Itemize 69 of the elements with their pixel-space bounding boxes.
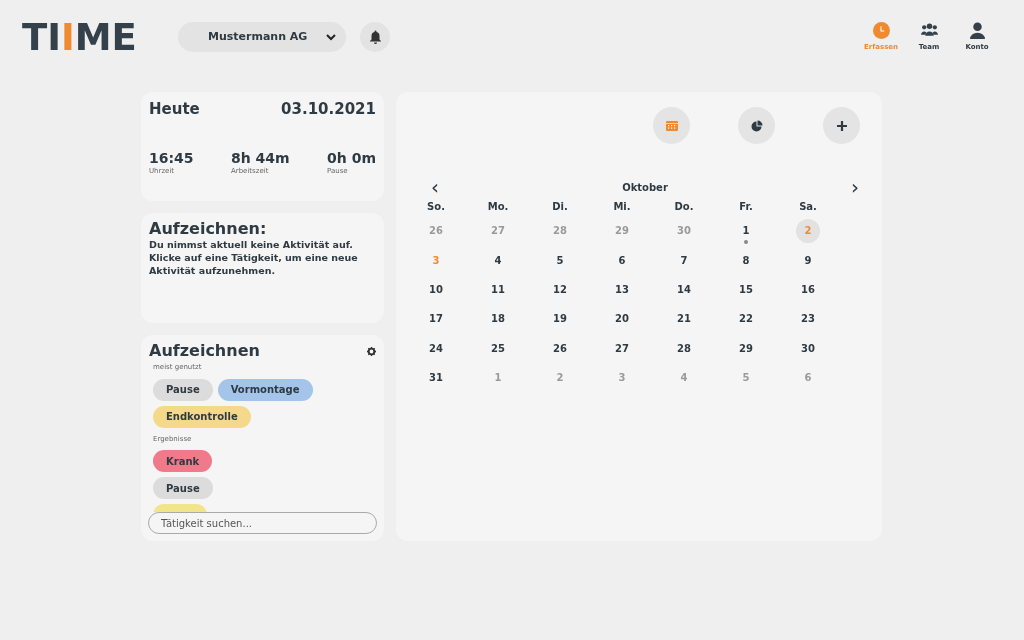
company-select[interactable]: Mustermann AG <box>178 22 346 52</box>
calendar-day[interactable]: 24 <box>424 336 448 361</box>
calendar-day[interactable]: 29 <box>734 336 758 361</box>
calendar-day[interactable]: 17 <box>424 306 448 331</box>
calendar-day[interactable]: 15 <box>734 277 758 302</box>
calendar-day[interactable]: 27 <box>610 336 634 361</box>
logo-text: TI <box>22 15 61 59</box>
calendar-day[interactable]: 5 <box>548 248 572 273</box>
calendar-day[interactable]: 4 <box>486 248 510 273</box>
calendar-day[interactable]: 30 <box>796 336 820 361</box>
calendar-day[interactable]: 9 <box>796 248 820 273</box>
stat-value: 0h 0m <box>327 149 376 166</box>
calendar-day[interactable]: 21 <box>672 306 696 331</box>
calendar-day[interactable]: 16 <box>796 277 820 302</box>
people-icon <box>920 21 938 39</box>
previous-month-button[interactable]: ‹ <box>428 177 442 197</box>
weekday-label: So. <box>427 199 445 214</box>
bell-icon <box>368 30 382 44</box>
card-title: Heute <box>149 99 200 120</box>
calendar-day[interactable]: 26 <box>548 336 572 361</box>
calendar-day[interactable]: 23 <box>796 306 820 331</box>
calendar-day[interactable]: 1 <box>734 218 758 243</box>
calendar-day[interactable]: 14 <box>672 277 696 302</box>
status-message: Du nimmst aktuell keine Aktivität auf. Klicke auf eine Tätigkeit, um eine neue Aktivität aufzunehmen. <box>149 238 359 277</box>
calendar-day[interactable]: 28 <box>672 336 696 361</box>
view-button[interactable] <box>738 107 775 144</box>
activity-chip[interactable]: Endkontrolle <box>153 405 251 428</box>
logo-accent-letter: I <box>61 15 75 59</box>
month-title: Oktober <box>621 180 669 195</box>
weekday-label: Di. <box>552 199 568 214</box>
plus-icon <box>834 118 849 133</box>
activity-chip[interactable]: Krank <box>153 450 213 472</box>
calendar-day[interactable]: 18 <box>486 306 510 331</box>
activity-chip[interactable]: Vormontage <box>217 378 313 401</box>
calendar-day[interactable]: 6 <box>610 248 634 273</box>
weekday-label: Mi. <box>613 199 631 214</box>
calendar-icon <box>664 118 679 133</box>
calendar-day[interactable]: 25 <box>486 336 510 361</box>
chevron-down-icon <box>326 33 336 41</box>
next-month-button[interactable]: › <box>848 177 862 197</box>
calendar-day[interactable]: 10 <box>424 277 448 302</box>
view-button[interactable] <box>823 107 860 144</box>
weekday-label: Do. <box>674 199 694 214</box>
activity-chip[interactable]: Pause <box>153 378 213 401</box>
calendar-day[interactable]: 20 <box>610 306 634 331</box>
pie-chart-icon <box>749 118 764 133</box>
card-title: Aufzeichnen <box>149 342 260 360</box>
weekday-label: Mo. <box>487 199 509 214</box>
notification-button[interactable] <box>360 22 390 52</box>
calendar-day[interactable]: 8 <box>734 248 758 273</box>
calendar-day[interactable]: 19 <box>548 306 572 331</box>
stat-value: 8h 44m <box>231 149 290 166</box>
calendar-day[interactable]: 31 <box>424 365 448 390</box>
calendar-day[interactable]: 12 <box>548 277 572 302</box>
logo-text: ME <box>74 15 137 59</box>
weekday-label: Sa. <box>799 199 817 214</box>
date-text: 03.10.2021 <box>281 99 376 120</box>
calendar-day[interactable]: 7 <box>672 248 696 273</box>
card-title: Aufzeichnen: <box>149 220 268 238</box>
person-icon <box>968 21 986 39</box>
clock-icon <box>872 21 890 39</box>
weekday-label: Fr. <box>739 199 753 214</box>
activity-chip[interactable]: Pause <box>153 477 213 499</box>
search-field[interactable]: Tätigkeit suchen... <box>148 512 377 534</box>
settings-icon[interactable] <box>367 346 376 356</box>
calendar-day[interactable]: 22 <box>734 306 758 331</box>
calendar-day[interactable]: 13 <box>610 277 634 302</box>
calendar-day[interactable]: 11 <box>486 277 510 302</box>
stat-value: 16:45 <box>149 149 194 166</box>
